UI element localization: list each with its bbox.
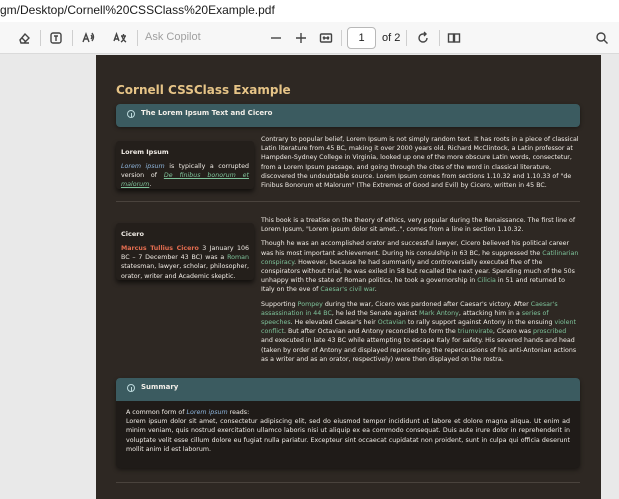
- eraser-icon[interactable]: [14, 28, 34, 48]
- cue-card-cicero: Cicero Marcus Tullius Cicero 3 January 1…: [116, 223, 254, 280]
- search-icon[interactable]: [592, 28, 612, 48]
- toolbar-divider: [40, 30, 41, 46]
- zoom-out-icon[interactable]: [266, 28, 286, 48]
- notes-section-1: Contrary to popular belief, Lorem Ipsum …: [261, 135, 579, 195]
- section-heading-label: The Lorem Ipsum Text and Cicero: [141, 109, 273, 117]
- cue-link[interactable]: Roman: [227, 254, 249, 261]
- address-bar[interactable]: gm/Desktop/Cornell%20CSSClass%20Example.…: [0, 0, 619, 22]
- text-part: during the war, Cicero was pardoned afte…: [322, 300, 531, 308]
- link[interactable]: proscribed: [533, 328, 566, 335]
- text-part: Though he was an accomplished orator and…: [261, 240, 570, 257]
- section-heading-band: The Lorem Ipsum Text and Cicero: [116, 104, 580, 127]
- text-part: . He elevated Caesar's heir: [290, 319, 378, 327]
- link[interactable]: Octavian: [378, 319, 406, 326]
- text-part: . But after Octavian and Antony reconcil…: [283, 328, 458, 336]
- zoom-in-icon[interactable]: [291, 28, 311, 48]
- cue-term: Lorem ipsum: [121, 163, 165, 170]
- document-title: Cornell CSSClass Example: [116, 83, 291, 97]
- text-part: , he led the Senate against: [331, 309, 419, 317]
- link[interactable]: Pompey: [298, 301, 323, 308]
- summary-heading-label: Summary: [141, 383, 179, 391]
- summary-heading: Summary: [116, 378, 580, 401]
- summary-band: Summary A common form of Lorem ipsum rea…: [116, 378, 580, 468]
- section-heading: The Lorem Ipsum Text and Cicero: [116, 104, 580, 127]
- cue-name: Marcus Tullius Cicero: [121, 245, 199, 252]
- read-aloud-icon[interactable]: [78, 28, 98, 48]
- text-part: , Cicero was: [492, 328, 533, 336]
- notes-paragraph: Supporting Pompey during the war, Cicero…: [261, 300, 579, 364]
- toolbar-divider: [406, 30, 407, 46]
- text-part: A common form of: [126, 409, 187, 416]
- link[interactable]: triumvirate: [458, 328, 493, 335]
- summary-text: Lorem ipsum dolor sit amet, consectetur …: [126, 418, 570, 453]
- text-part: , attacking him in a: [458, 309, 522, 317]
- text-part: .: [374, 286, 377, 294]
- divider: [116, 482, 580, 483]
- cue-title: Cicero: [121, 230, 144, 238]
- cue-card-lorem-ipsum: Lorem Ipsum Lorem ipsum is typically a c…: [116, 141, 254, 189]
- rotate-icon[interactable]: [413, 28, 433, 48]
- notes-paragraph: This book is a treatise on the theory of…: [261, 217, 576, 234]
- notes-paragraph: Though he was an accomplished orator and…: [261, 239, 579, 294]
- cue-text: Lorem ipsum is typically a corrupted ver…: [121, 162, 249, 190]
- page-number-input[interactable]: 1: [347, 27, 376, 49]
- info-icon: [127, 384, 135, 392]
- toolbar-divider: [341, 30, 342, 46]
- summary-term: Lorem ipsum: [186, 409, 228, 416]
- text-part: and executed in late 43 BC while attempt…: [261, 337, 577, 363]
- page-total: of 2: [382, 32, 401, 44]
- text-part: to rally support against Antony in the e…: [405, 319, 555, 327]
- toolbar-divider: [137, 30, 138, 46]
- summary-intro: A common form of Lorem ipsum reads:: [126, 408, 570, 417]
- pdf-viewer[interactable]: Cornell CSSClass Example The Lorem Ipsum…: [0, 55, 619, 499]
- cue-text-part: statesman, lawyer, scholar, philosopher,…: [121, 263, 249, 280]
- summary-body: A common form of Lorem ipsum reads: Lore…: [126, 408, 570, 454]
- cue-title: Lorem Ipsum: [121, 148, 169, 156]
- translate-icon[interactable]: [110, 28, 130, 48]
- fit-page-icon[interactable]: [316, 28, 336, 48]
- cue-text-part: .: [149, 181, 152, 189]
- two-page-icon[interactable]: [444, 28, 464, 48]
- link[interactable]: Caesar's civil war: [320, 286, 374, 293]
- link[interactable]: Mark Antony: [419, 310, 459, 317]
- pdf-toolbar: Ask Copilot 1 of 2: [0, 22, 619, 54]
- ask-copilot-button[interactable]: Ask Copilot: [145, 31, 201, 43]
- text-part: Supporting: [261, 300, 298, 308]
- toolbar-divider: [439, 30, 440, 46]
- cue-text: Marcus Tullius Cicero 3 January 106 BC –…: [121, 244, 249, 281]
- toolbar-divider: [72, 30, 73, 46]
- address-text: gm/Desktop/Cornell%20CSSClass%20Example.…: [0, 3, 275, 17]
- divider: [116, 201, 580, 202]
- text-part: reads:: [227, 409, 250, 416]
- text-box-icon[interactable]: [46, 28, 66, 48]
- link[interactable]: Cilicia: [477, 277, 496, 284]
- notes-section-2: This book is a treatise on the theory of…: [261, 216, 579, 369]
- info-icon: [127, 110, 135, 118]
- pdf-page: Cornell CSSClass Example The Lorem Ipsum…: [96, 55, 601, 499]
- notes-paragraph: Contrary to popular belief, Lorem Ipsum …: [261, 136, 579, 190]
